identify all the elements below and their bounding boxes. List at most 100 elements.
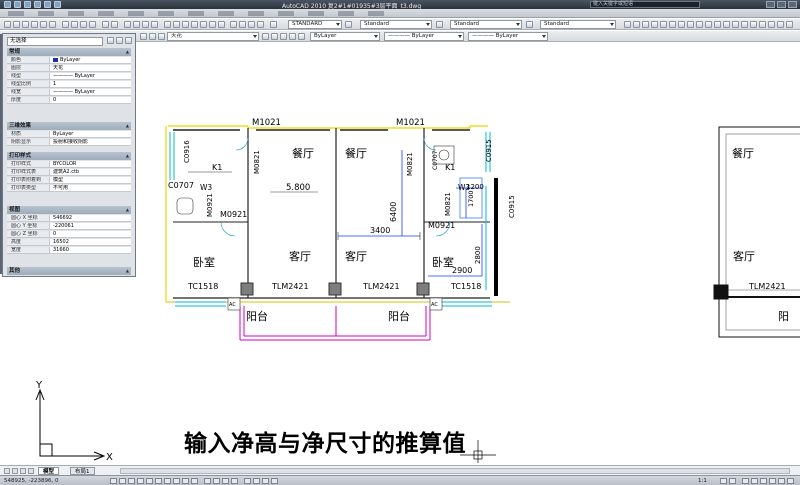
clean-screen-icon[interactable] bbox=[787, 478, 794, 484]
layer-tool-14-icon[interactable] bbox=[741, 21, 748, 28]
layer-isolate-icon[interactable] bbox=[280, 33, 287, 40]
select-objects-icon[interactable] bbox=[116, 37, 123, 44]
tab-last-button[interactable] bbox=[28, 468, 34, 474]
snap-toggle[interactable] bbox=[110, 478, 117, 484]
save-icon[interactable] bbox=[22, 21, 29, 28]
tab-layout1[interactable]: 布局1 bbox=[70, 467, 95, 475]
redo-icon[interactable] bbox=[54, 1, 61, 8]
preview-icon[interactable] bbox=[40, 21, 47, 28]
menu-item-express[interactable] bbox=[368, 10, 392, 17]
menu-item-edit[interactable] bbox=[38, 10, 62, 17]
menu-item-dimension[interactable] bbox=[218, 10, 242, 17]
annotation-scale[interactable]: 1:1 bbox=[698, 477, 707, 485]
publish-icon[interactable] bbox=[49, 21, 56, 28]
workspace-icon[interactable] bbox=[230, 21, 237, 28]
tab-prev-button[interactable] bbox=[12, 468, 18, 474]
annotation-visibility-icon[interactable] bbox=[720, 478, 727, 484]
layer-tool-7-icon[interactable] bbox=[678, 21, 685, 28]
quick-select-icon[interactable] bbox=[125, 37, 132, 44]
prop-row[interactable]: 高度 16502 bbox=[7, 239, 131, 246]
tool-palettes-icon[interactable] bbox=[182, 21, 189, 28]
layer-tool-9-icon[interactable] bbox=[696, 21, 703, 28]
menu-item-view[interactable] bbox=[68, 10, 92, 17]
paste-icon[interactable] bbox=[80, 21, 87, 28]
layer-tool-15-icon[interactable] bbox=[750, 21, 757, 28]
prop-row[interactable]: 打印表附着到 模型 bbox=[7, 177, 131, 184]
zoom-status-button[interactable] bbox=[253, 478, 260, 484]
ortho-toggle[interactable] bbox=[128, 478, 135, 484]
selection-combo[interactable]: 无选择 bbox=[7, 37, 103, 46]
new-icon[interactable] bbox=[4, 21, 11, 28]
showmotion-button[interactable] bbox=[271, 478, 278, 484]
layer-tool-2-icon[interactable] bbox=[633, 21, 640, 28]
layout-space-button[interactable] bbox=[213, 478, 220, 484]
zoom-previous-icon[interactable] bbox=[151, 21, 158, 28]
pan-status-button[interactable] bbox=[244, 478, 251, 484]
layer-manager-icon[interactable] bbox=[140, 33, 147, 40]
copy-icon[interactable] bbox=[71, 21, 78, 28]
lock-icon[interactable] bbox=[239, 21, 246, 28]
linetype-combo[interactable]: ———— ByLayer bbox=[384, 32, 464, 41]
auto-scale-icon[interactable] bbox=[729, 478, 736, 484]
quick-view-drawings-button[interactable] bbox=[231, 478, 238, 484]
dyn-toggle[interactable] bbox=[173, 478, 180, 484]
grid-toggle[interactable] bbox=[119, 478, 126, 484]
section-3d-effects[interactable]: 三维效果 bbox=[7, 122, 131, 130]
section-misc[interactable]: 其他 bbox=[7, 267, 131, 275]
cut-icon[interactable] bbox=[62, 21, 69, 28]
layer-tool-1-icon[interactable] bbox=[624, 21, 631, 28]
zoom-window-icon[interactable] bbox=[142, 21, 149, 28]
prop-row[interactable]: 厚度 0 bbox=[7, 97, 131, 104]
toggle-pickadd-icon[interactable] bbox=[107, 37, 114, 44]
prop-row[interactable]: 阴影显示 投射和接收阴影 bbox=[7, 139, 131, 146]
layer-on-icon[interactable] bbox=[149, 33, 156, 40]
layer-unisolate-icon[interactable] bbox=[289, 33, 296, 40]
properties-icon[interactable] bbox=[164, 21, 171, 28]
prop-row[interactable]: 线型 ———— ByLayer bbox=[7, 73, 131, 80]
layer-previous-icon[interactable] bbox=[257, 21, 264, 28]
layer-match-icon[interactable] bbox=[298, 33, 305, 40]
layer-tool-3-icon[interactable] bbox=[642, 21, 649, 28]
markup-icon[interactable] bbox=[200, 21, 207, 28]
menu-item-tools[interactable] bbox=[158, 10, 182, 17]
save-icon[interactable] bbox=[34, 1, 41, 8]
tab-first-button[interactable] bbox=[4, 468, 10, 474]
layer-tool-17-icon[interactable] bbox=[768, 21, 775, 28]
horizontal-scrollbar[interactable] bbox=[120, 468, 790, 474]
redo-icon[interactable] bbox=[111, 21, 118, 28]
open-icon[interactable] bbox=[13, 21, 20, 28]
zoom-realtime-icon[interactable] bbox=[133, 21, 140, 28]
model-space-button[interactable] bbox=[204, 478, 211, 484]
prop-row[interactable]: 打印样式 BYCOLOR bbox=[7, 161, 131, 168]
menu-item-draw[interactable] bbox=[188, 10, 212, 17]
prop-row[interactable]: 圆心 Y 坐标 -220061 bbox=[7, 223, 131, 230]
menu-item-format[interactable] bbox=[128, 10, 152, 17]
pan-icon[interactable] bbox=[124, 21, 131, 28]
layer-tool-18-icon[interactable] bbox=[777, 21, 784, 28]
tab-next-button[interactable] bbox=[20, 468, 26, 474]
section-plot-style[interactable]: 打印样式 bbox=[7, 152, 131, 160]
prop-row[interactable]: 线型比例 1 bbox=[7, 81, 131, 88]
prop-row[interactable]: 宽度 31660 bbox=[7, 247, 131, 254]
workspace-switch-icon[interactable] bbox=[742, 478, 749, 484]
menu-item-window[interactable] bbox=[308, 10, 332, 17]
design-center-icon[interactable] bbox=[173, 21, 180, 28]
steering-wheel-button[interactable] bbox=[262, 478, 269, 484]
prop-row[interactable]: 图层 天花 bbox=[7, 65, 131, 72]
menu-item-parametric[interactable] bbox=[278, 10, 302, 17]
prop-row[interactable]: 圆心 Z 坐标 0 bbox=[7, 231, 131, 238]
menu-item-file[interactable] bbox=[8, 10, 32, 17]
menu-item-help[interactable] bbox=[338, 10, 362, 17]
layer-freeze-icon[interactable] bbox=[158, 33, 165, 40]
close-button[interactable] bbox=[788, 1, 797, 8]
minimize-button[interactable] bbox=[766, 1, 775, 8]
tab-model[interactable]: 模型 bbox=[38, 467, 60, 475]
dim-style-icon[interactable] bbox=[345, 21, 352, 28]
prop-row[interactable]: 打印样式表 建筑A2.ctb bbox=[7, 169, 131, 176]
prop-row[interactable]: 颜色 ByLayer bbox=[7, 57, 131, 64]
prop-row[interactable]: 材质 ByLayer bbox=[7, 131, 131, 138]
dim-style-combo[interactable]: Standard bbox=[360, 20, 432, 29]
app-menu-icon[interactable] bbox=[4, 1, 11, 8]
undo-icon[interactable] bbox=[102, 21, 109, 28]
qp-toggle[interactable] bbox=[191, 478, 198, 484]
